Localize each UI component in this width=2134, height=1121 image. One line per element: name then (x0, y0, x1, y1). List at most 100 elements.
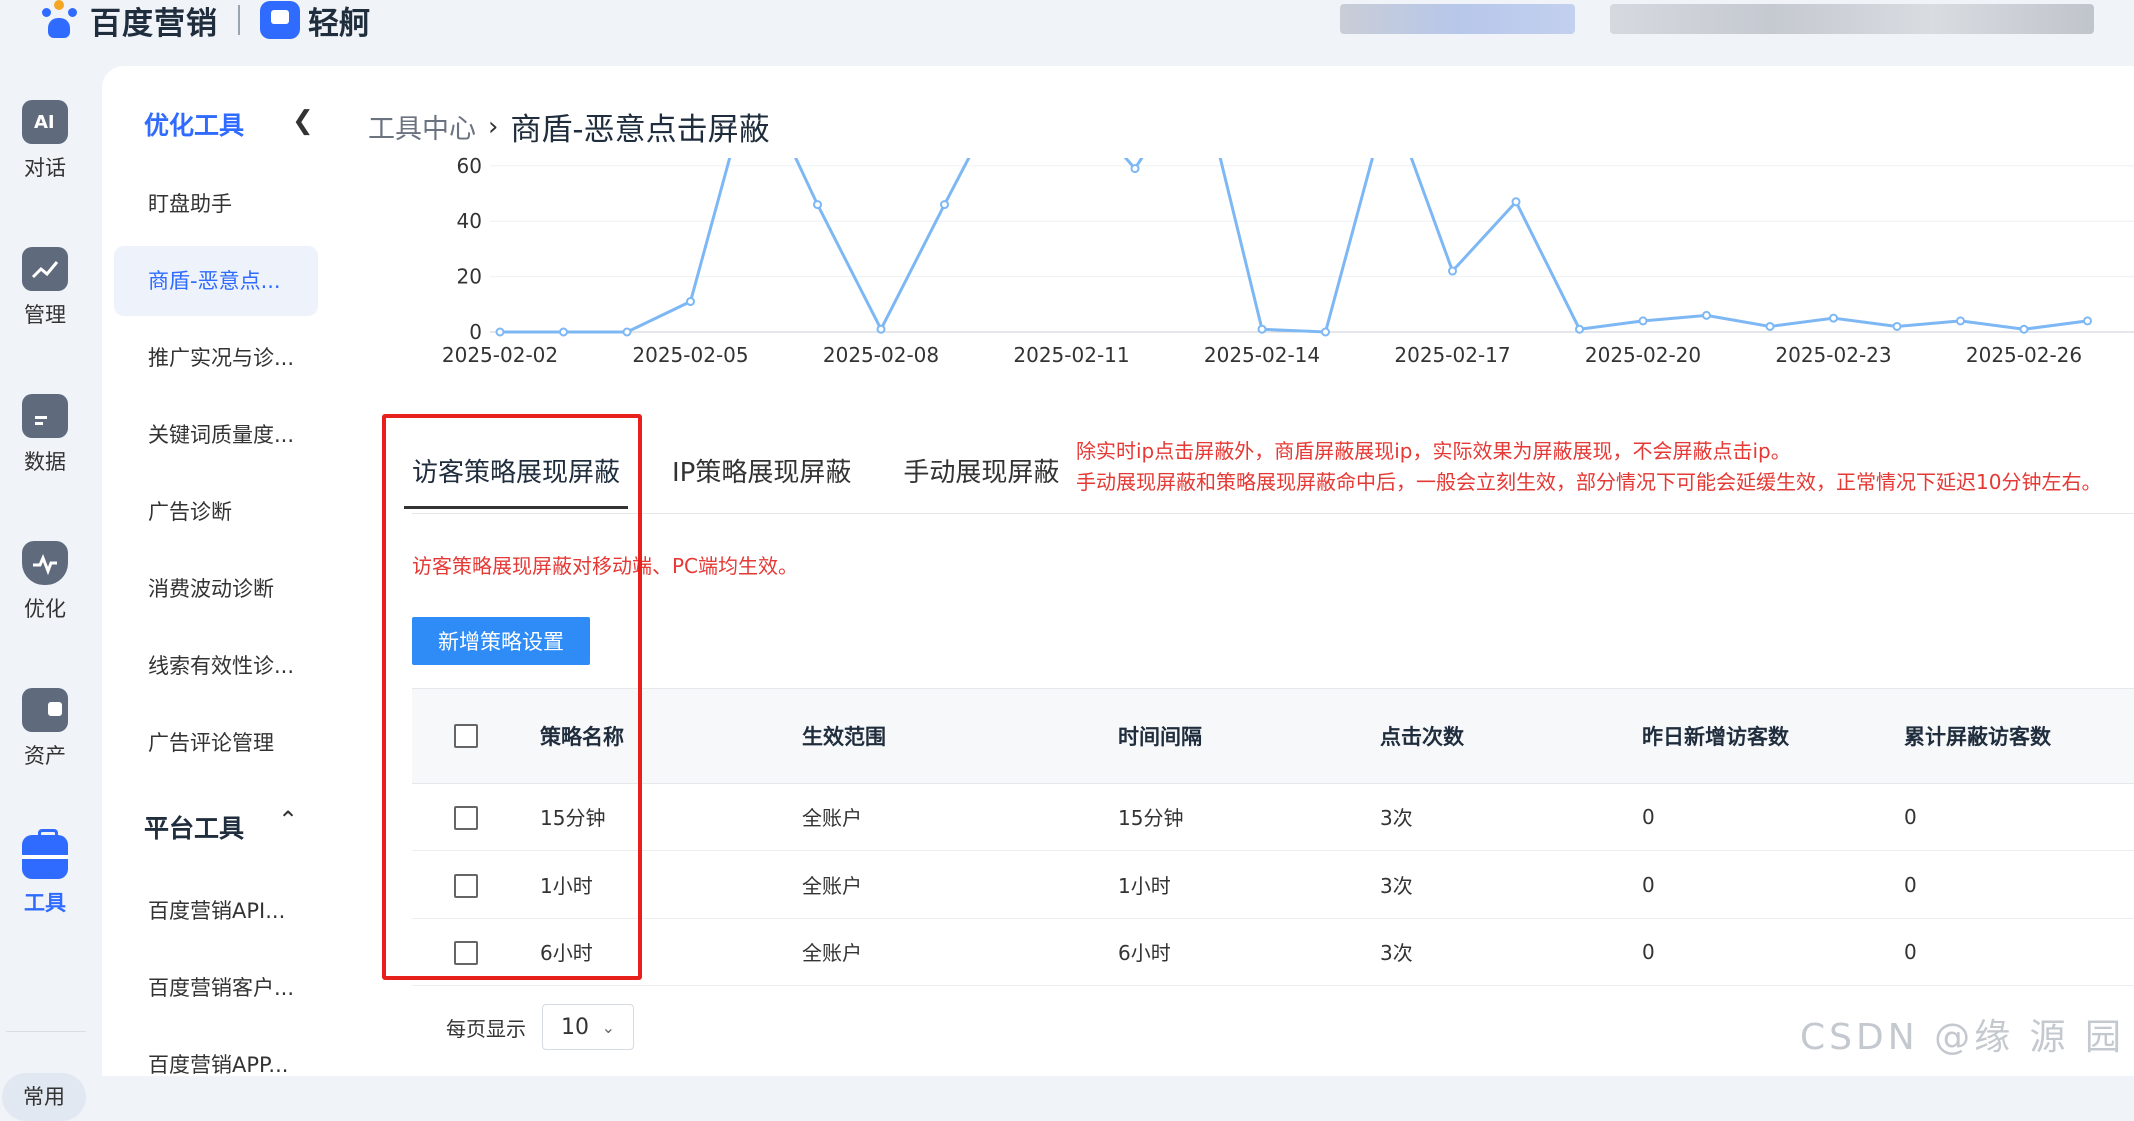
collapse-sidebar-icon[interactable]: ❮ (292, 106, 314, 136)
breadcrumb-parent-link[interactable]: 工具中心 (368, 107, 476, 146)
pagination: 每页显示 10 ⌄ (446, 1004, 634, 1050)
chevron-up-icon[interactable]: ⌃ (278, 806, 298, 834)
data-point (1321, 327, 1330, 337)
page-size-select[interactable]: 10 ⌄ (542, 1004, 634, 1050)
data-point (1829, 313, 1838, 323)
tab-ip-strategy[interactable]: IP策略展现屏蔽 (672, 452, 851, 509)
section-title-platform-tools: 平台工具 (144, 814, 245, 843)
select-all-checkbox[interactable] (454, 724, 478, 748)
table-header: 策略名称 生效范围 时间间隔 点击次数 昨日新增访客数 累计屏蔽访客数 (412, 688, 2134, 784)
rail-divider (6, 1031, 86, 1032)
data-point (876, 324, 886, 334)
data-point (1130, 164, 1140, 174)
section-title-optimization-tools: 优化工具 (144, 111, 245, 140)
table-cell: 3次 (1380, 941, 1413, 965)
x-tick-label: 2025-02-26 (1966, 343, 2082, 367)
rail-item-data[interactable]: 数据 (0, 394, 90, 476)
data-point (559, 327, 568, 337)
table-cell: 0 (1904, 939, 1917, 964)
column-header: 昨日新增访客数 (1642, 725, 1789, 749)
subnav-item-keyword-quality[interactable]: 关键词质量度... (114, 400, 318, 470)
table-cell: 15分钟 (1118, 806, 1184, 830)
table-cell: 0 (1642, 804, 1655, 829)
table-cell: 全账户 (802, 941, 862, 965)
rail-item-chat[interactable]: AI 对话 (0, 100, 90, 182)
shield-notice: 除实时ip点击屏蔽外，商盾屏蔽展现ip，实际效果为屏蔽展现，不会屏蔽点击ip。 … (1076, 436, 2101, 498)
rail-label: 优化 (24, 597, 66, 621)
data-point (622, 327, 632, 337)
rail-label: 资产 (24, 744, 66, 768)
rail-item-manage[interactable]: 管理 (0, 247, 90, 329)
row-checkbox[interactable] (454, 941, 478, 965)
add-strategy-button[interactable]: 新增策略设置 (412, 617, 590, 665)
table-cell: 6小时 (1118, 941, 1171, 965)
trend-line-chart: 60 40 20 0 2025-02-02 2025-02-05 2025-02-08 20… (442, 154, 2134, 367)
rail-label: 对话 (24, 156, 66, 180)
tab-manual-shield[interactable]: 手动展现屏蔽 (903, 452, 1059, 509)
notice-line-1: 除实时ip点击屏蔽外，商盾屏蔽展现ip，实际效果为屏蔽展现，不会屏蔽点击ip。 (1076, 439, 1791, 463)
chevron-right-icon: › (488, 111, 499, 142)
row-checkbox[interactable] (454, 874, 478, 898)
data-point (1448, 266, 1457, 276)
data-point (2019, 324, 2029, 334)
table-row: 15分钟 全账户 15分钟 3次 0 0 (412, 783, 2134, 851)
column-header: 策略名称 (540, 725, 624, 749)
watermark: CSDN @缘 源 园 (1800, 1017, 2125, 1058)
baidu-marketing-logo[interactable]: 百度营销 轻舸 (40, 0, 370, 42)
x-tick-label: 2025-02-05 (632, 343, 748, 367)
table-row: 1小时 全账户 1小时 3次 0 0 (412, 851, 2134, 919)
y-tick-label: 60 (457, 154, 482, 178)
x-tick-label: 2025-02-11 (1013, 343, 1129, 367)
data-point (940, 200, 949, 210)
subnav-item-ad-comments[interactable]: 广告评论管理 (114, 708, 318, 778)
tab-visitor-strategy[interactable]: 访客策略展现屏蔽 (403, 452, 629, 509)
trend-chart-icon (22, 247, 68, 291)
x-tick-label: 2025-02-02 (442, 343, 558, 367)
subnav-item-promotion-diagnosis[interactable]: 推广实况与诊... (114, 323, 318, 393)
subnav-item-app[interactable]: 百度营销APP... (114, 1030, 318, 1100)
series-line (500, 158, 2088, 334)
shield-mode-tabs: 访客策略展现屏蔽 IP策略展现屏蔽 手动展现屏蔽 (403, 452, 1111, 509)
rail-item-assets[interactable]: 资产 (0, 688, 90, 770)
table-cell: 全账户 (802, 874, 862, 898)
logo-text: 百度营销 (90, 5, 218, 42)
rail-item-tools[interactable]: 工具 (0, 829, 90, 917)
data-point (686, 297, 695, 307)
common-shortcut-button[interactable]: 常用 (2, 1073, 86, 1121)
table-cell: 0 (1642, 939, 1655, 964)
data-point (1765, 321, 1775, 331)
data-point (1257, 324, 1267, 334)
data-point (1892, 321, 1902, 331)
rail-item-optimize[interactable]: 优化 (0, 541, 90, 623)
table-cell: 6小时 (540, 941, 593, 965)
y-tick-label: 20 (457, 265, 482, 289)
x-tick-label: 2025-02-14 (1204, 343, 1320, 367)
logo-divider (238, 5, 240, 35)
page-title: 商盾-恶意点击屏蔽 (510, 112, 770, 148)
subnav-item-api[interactable]: 百度营销API... (114, 876, 318, 946)
table-row: 6小时 全账户 6小时 3次 0 0 (412, 918, 2134, 986)
secondary-nav: 优化工具 ❮ 盯盘助手 商盾-恶意点... 推广实况与诊... 关键词质量度..… (102, 66, 370, 1077)
subnav-item-spend-fluctuation[interactable]: 消费波动诊断 (114, 554, 318, 624)
data-point (1638, 316, 1648, 326)
subnav-item-client[interactable]: 百度营销客户... (114, 953, 318, 1023)
column-header: 点击次数 (1380, 725, 1464, 749)
data-point (1956, 316, 1965, 326)
data-point (1575, 324, 1584, 334)
ai-chat-icon: AI (22, 100, 68, 144)
account-info-blurred[interactable] (1340, 4, 1575, 34)
column-header: 时间间隔 (1118, 725, 1202, 749)
subnav-item-ad-diagnosis[interactable]: 广告诊断 (114, 477, 318, 547)
subnav-item-lead-validity[interactable]: 线索有效性诊... (114, 631, 318, 701)
x-tick-label: 2025-02-23 (1775, 343, 1891, 367)
user-info-blurred[interactable] (1610, 4, 2094, 34)
breadcrumb: 工具中心 › 商盾-恶意点击屏蔽 (368, 104, 770, 149)
subnav-item-shangdun[interactable]: 商盾-恶意点... (114, 246, 318, 316)
table-cell: 0 (1642, 872, 1655, 897)
data-point (1702, 310, 1711, 320)
x-tick-label: 2025-02-17 (1394, 343, 1510, 367)
table-cell: 3次 (1380, 806, 1413, 830)
subnav-item-monitor[interactable]: 盯盘助手 (114, 169, 318, 239)
row-checkbox[interactable] (454, 806, 478, 830)
x-tick-label: 2025-02-20 (1585, 343, 1701, 367)
